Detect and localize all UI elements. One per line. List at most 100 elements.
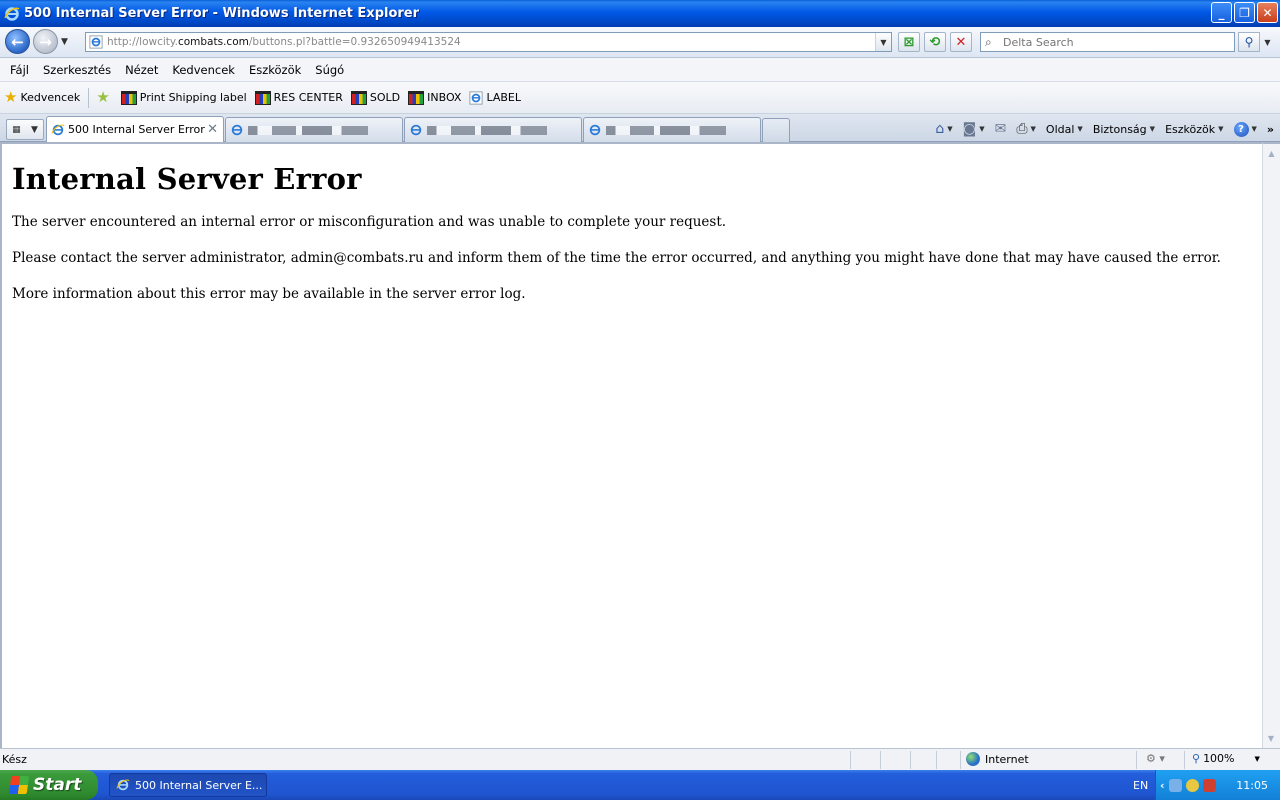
zoom-control[interactable]: ⚲ 100% ▼: [1192, 752, 1260, 765]
tools-menu-button[interactable]: Eszközök ▼: [1165, 123, 1223, 136]
help-menu-button[interactable]: ? ▼: [1233, 121, 1257, 137]
favorites-center-button[interactable]: ★ Kedvencek: [4, 90, 80, 105]
menu-edit[interactable]: Szerkesztés: [36, 60, 118, 80]
divider: [1136, 751, 1137, 769]
search-input[interactable]: [1003, 35, 1223, 49]
feeds-dropdown-icon[interactable]: ▼: [979, 125, 984, 133]
menu-file[interactable]: Fájl: [3, 60, 36, 80]
start-button[interactable]: Start: [0, 770, 98, 800]
favorite-inbox[interactable]: INBOX: [408, 90, 462, 105]
address-url[interactable]: http://lowcity.combats.com/buttons.pl?ba…: [107, 36, 461, 48]
page-menu-button[interactable]: Oldal ▼: [1046, 123, 1083, 136]
home-icon: ⌂: [935, 121, 945, 137]
divider: [910, 751, 911, 769]
page-ie-icon: [89, 35, 103, 49]
home-button[interactable]: ⌂ ▼: [935, 121, 952, 137]
tray-app-icon[interactable]: [1202, 778, 1216, 792]
back-button[interactable]: ←: [5, 29, 30, 54]
favorite-label-link[interactable]: LABEL: [469, 90, 522, 105]
tab-list-dropdown-icon[interactable]: ▼: [31, 125, 38, 135]
compatibility-view-button[interactable]: ⊠: [898, 32, 920, 52]
zoom-magnifier-icon: ⚲: [1192, 752, 1201, 765]
quick-tabs-button[interactable]: ▦ ▼: [6, 119, 44, 140]
zoom-dropdown-icon[interactable]: ▼: [1255, 755, 1260, 763]
more-commands-button[interactable]: »: [1267, 123, 1274, 136]
scroll-up-icon[interactable]: ▲: [1264, 145, 1280, 161]
network-icon[interactable]: [1168, 778, 1182, 792]
favorite-print-shipping-label[interactable]: Print Shipping label: [120, 90, 247, 105]
feeds-button[interactable]: ◙ ▼: [963, 121, 985, 137]
menu-tools[interactable]: Eszközök: [242, 60, 308, 80]
print-dropdown-icon[interactable]: ▼: [1031, 125, 1036, 133]
title-bar[interactable]: 500 Internal Server Error - Windows Inte…: [0, 0, 1280, 27]
menu-favorites[interactable]: Kedvencek: [165, 60, 242, 80]
favorite-label: INBOX: [427, 91, 462, 104]
tab-bar: ▦ ▼ 500 Internal Server Error ✕ ⌂ ▼ ◙ ▼ …: [0, 114, 1280, 142]
printer-icon: ⎙: [1016, 121, 1028, 137]
search-button[interactable]: ⚲: [1238, 32, 1260, 52]
language-indicator[interactable]: EN: [1133, 779, 1148, 792]
chevron-down-icon: ▼: [1077, 125, 1083, 133]
redacted-tab-title: [427, 125, 547, 135]
search-options-dropdown-icon[interactable]: ▼: [1261, 32, 1274, 52]
address-bar[interactable]: http://lowcity.combats.com/buttons.pl?ba…: [85, 32, 892, 52]
favorite-label: Print Shipping label: [139, 91, 247, 104]
forward-button[interactable]: →: [33, 29, 58, 54]
minimize-button[interactable]: _: [1211, 2, 1232, 23]
redacted-tab-title: [606, 125, 726, 135]
tab-background-3[interactable]: [583, 117, 761, 142]
url-path: /buttons.pl?battle=0.932650949413524: [248, 36, 461, 48]
mail-icon: ✉: [994, 121, 1007, 137]
favorite-res-center[interactable]: RES CENTER: [254, 90, 343, 105]
divider: [880, 751, 881, 769]
home-dropdown-icon[interactable]: ▼: [947, 125, 952, 133]
tray-expand-icon[interactable]: ‹: [1160, 779, 1165, 792]
page-content: Internal Server Error The server encount…: [0, 142, 1262, 748]
protected-mode-icon[interactable]: ⚙ ▾: [1146, 752, 1165, 765]
close-tab-icon[interactable]: ✕: [207, 122, 218, 137]
menu-view[interactable]: Nézet: [118, 60, 165, 80]
taskbar: Start 500 Internal Server E... EN ‹ 11:0…: [0, 770, 1280, 800]
add-to-favorites-bar-button[interactable]: ★: [96, 90, 112, 105]
favorite-sold[interactable]: SOLD: [350, 90, 401, 105]
history-dropdown-icon[interactable]: ▼: [61, 37, 68, 47]
tab-title: 500 Internal Server Error: [68, 123, 205, 136]
new-tab-button[interactable]: [762, 118, 790, 142]
shop-icon: [254, 90, 271, 105]
rss-feed-icon: ◙: [962, 121, 977, 137]
stop-icon: ✕: [955, 34, 967, 50]
page-menu-label: Oldal: [1045, 122, 1075, 136]
search-box[interactable]: ⌕: [980, 32, 1235, 52]
clock[interactable]: 11:05: [1236, 779, 1268, 792]
chevron-down-icon: ▼: [1218, 125, 1224, 133]
tab-background-1[interactable]: [225, 117, 403, 142]
menu-help[interactable]: Súgó: [308, 60, 351, 80]
read-mail-button[interactable]: ✉: [995, 121, 1007, 137]
favorite-label: SOLD: [369, 91, 401, 104]
address-dropdown-icon[interactable]: ▼: [875, 33, 891, 51]
favorite-label: LABEL: [486, 91, 522, 104]
safety-menu-button[interactable]: Biztonság ▼: [1093, 123, 1155, 136]
ie-logo-icon: [4, 6, 20, 21]
shop-icon: [120, 90, 137, 105]
tab-background-2[interactable]: [404, 117, 582, 142]
stop-button[interactable]: ✕: [950, 32, 972, 52]
vertical-scrollbar[interactable]: ▲ ▼: [1262, 142, 1280, 748]
command-bar: ⌂ ▼ ◙ ▼ ✉ ⎙ ▼ Oldal ▼ Biztonság ▼ Eszközök ▼ ?…: [925, 118, 1274, 140]
url-prefix: http://lowcity.: [107, 36, 178, 48]
scroll-down-icon[interactable]: ▼: [1263, 730, 1279, 746]
security-center-icon[interactable]: [1185, 778, 1199, 792]
close-button[interactable]: ✕: [1257, 2, 1278, 23]
favorites-bar: ★ Kedvencek ★ Print Shipping label RES C…: [0, 82, 1280, 114]
taskbar-item-ie[interactable]: 500 Internal Server E...: [109, 773, 267, 797]
shop-icon: [408, 90, 425, 105]
zone-label: Internet: [985, 752, 1029, 766]
tab-500-internal-server-error[interactable]: 500 Internal Server Error ✕: [46, 116, 224, 142]
security-zone[interactable]: Internet: [966, 752, 1029, 766]
refresh-button[interactable]: ⟲: [924, 32, 946, 52]
ie-logo-icon: [116, 779, 130, 791]
maximize-button[interactable]: ❐: [1234, 2, 1255, 23]
print-button[interactable]: ⎙ ▼: [1016, 121, 1036, 137]
refresh-icon: ⟲: [929, 34, 941, 50]
chevron-down-icon: ▼: [1251, 125, 1257, 133]
